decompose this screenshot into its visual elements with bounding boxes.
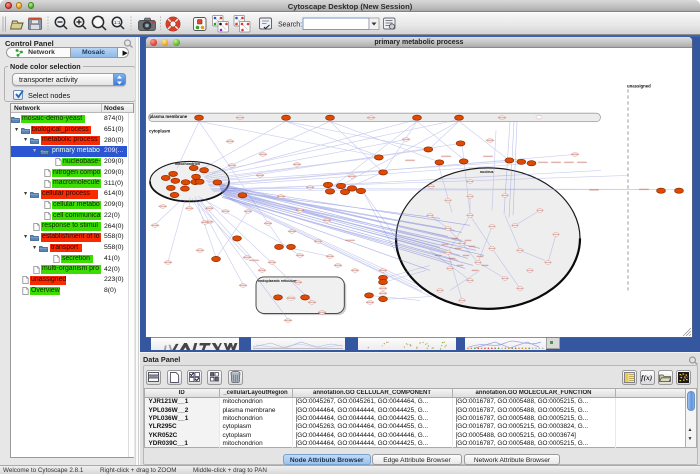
svg-text:cytoplasm: cytoplasm <box>149 129 170 134</box>
svg-text:1:1: 1:1 <box>114 20 121 25</box>
svg-text:mitochondrion: mitochondrion <box>175 162 200 166</box>
svg-text:Search:: Search: <box>278 21 302 28</box>
svg-text:plasma membrane: plasma membrane <box>150 114 188 119</box>
svg-text:endoplasmic reticulum: endoplasmic reticulum <box>258 279 297 283</box>
svg-text:unassigned: unassigned <box>627 84 651 89</box>
svg-text:nucleus: nucleus <box>480 170 494 174</box>
